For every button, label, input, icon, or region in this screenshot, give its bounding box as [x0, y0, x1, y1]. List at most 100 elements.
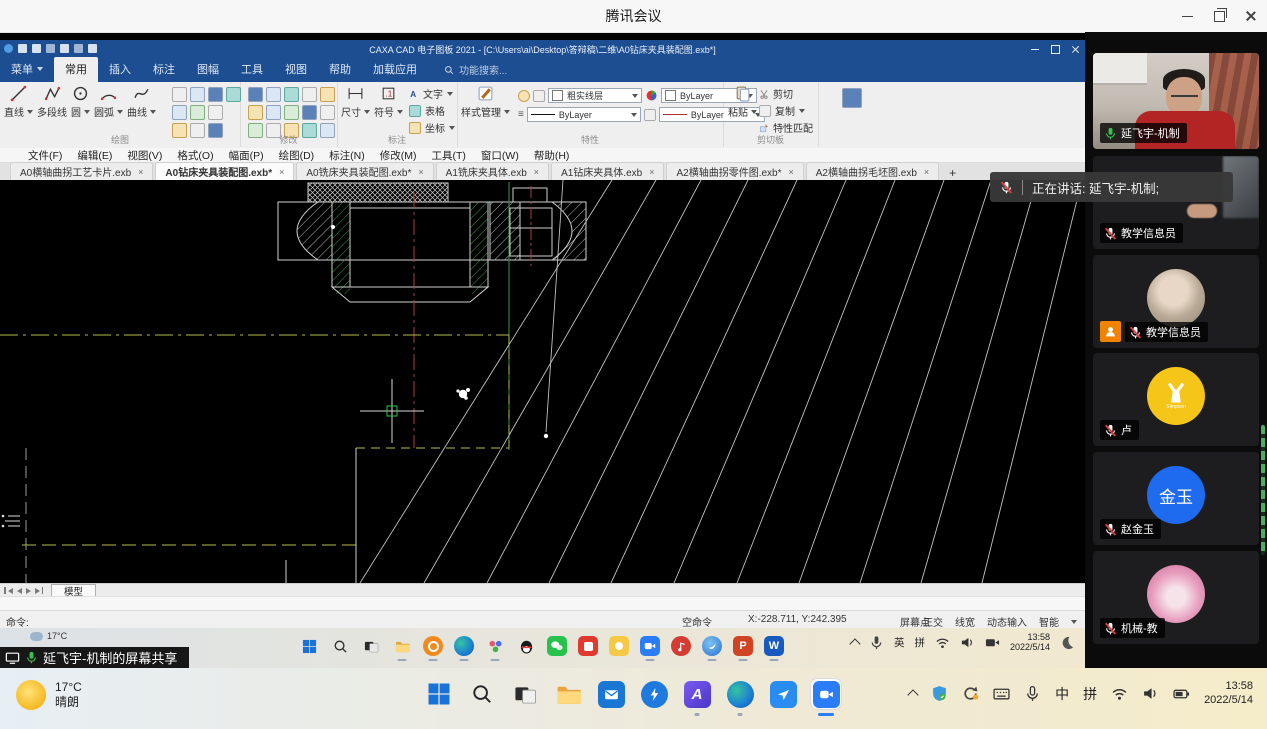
- tab-insert[interactable]: 插入: [98, 57, 142, 82]
- tray-expand-icon[interactable]: [907, 690, 918, 701]
- tab-close-icon[interactable]: ×: [649, 167, 654, 177]
- shared-clock[interactable]: 13:58 2022/5/14: [1010, 632, 1050, 653]
- microphone-icon[interactable]: [1024, 685, 1041, 702]
- participant-tile[interactable]: Simpson 卢: [1093, 353, 1259, 446]
- close-button[interactable]: [1235, 0, 1267, 32]
- yellow-app-icon[interactable]: [608, 635, 630, 657]
- sidebar-scrollbar[interactable]: [1261, 425, 1265, 555]
- function-search[interactable]: 功能搜索...: [444, 62, 507, 82]
- local-weather-widget[interactable]: 17°C 晴朗: [16, 680, 82, 710]
- copy-button[interactable]: 复制: [759, 103, 813, 118]
- tab-menu[interactable]: 菜单: [0, 57, 54, 82]
- paste-button[interactable]: 粘贴: [726, 82, 759, 135]
- ime-mode-indicator[interactable]: 拼: [914, 635, 925, 650]
- smart-snap-toggle[interactable]: 智能: [1039, 614, 1059, 629]
- doc-tab-active[interactable]: A0钻床夹具装配图.exb*×: [155, 162, 294, 180]
- tab-close-icon[interactable]: ×: [279, 167, 284, 177]
- menu-window[interactable]: 窗口(W): [481, 148, 519, 163]
- menu-file[interactable]: 文件(F): [28, 148, 62, 163]
- partial-tool-button[interactable]: [842, 88, 862, 113]
- battery-icon[interactable]: [1173, 685, 1190, 702]
- table-button[interactable]: 表格: [409, 103, 455, 118]
- task-view-button[interactable]: [360, 635, 382, 657]
- wifi-icon[interactable]: [935, 635, 950, 650]
- camera-icon[interactable]: [985, 635, 1000, 650]
- edge-browser-icon[interactable]: [453, 635, 475, 657]
- touch-keyboard-icon[interactable]: [993, 685, 1010, 702]
- menu-view[interactable]: 视图(V): [127, 148, 162, 163]
- linewidth-toggle[interactable]: 线宽: [955, 614, 975, 629]
- tab-close-icon[interactable]: ×: [789, 167, 794, 177]
- tab-close-icon[interactable]: ×: [418, 167, 423, 177]
- menu-annotate[interactable]: 标注(N): [329, 148, 365, 163]
- tab-help[interactable]: 帮助: [318, 57, 362, 82]
- participant-tile-speaker[interactable]: 延飞宇-机制: [1093, 53, 1259, 149]
- circle-tool-button[interactable]: 圆: [69, 82, 92, 119]
- key-app-icon[interactable]: [422, 635, 444, 657]
- menu-draw[interactable]: 绘图(D): [279, 148, 315, 163]
- command-prompt[interactable]: 命令:: [6, 614, 29, 629]
- menu-sheet[interactable]: 幅面(P): [229, 148, 264, 163]
- doc-tab[interactable]: A2横轴曲拐零件图.exb*×: [666, 162, 803, 180]
- menu-help[interactable]: 帮助(H): [534, 148, 570, 163]
- new-file-icon[interactable]: [18, 44, 27, 53]
- tab-close-icon[interactable]: ×: [534, 167, 539, 177]
- menu-format[interactable]: 格式(O): [177, 148, 213, 163]
- layer-dropdown[interactable]: 粗实线层: [548, 88, 642, 103]
- tencent-meeting-icon-active[interactable]: [811, 679, 841, 709]
- lightning-app-icon[interactable]: [639, 679, 669, 709]
- doc-tab[interactable]: A1钻床夹具体.exb×: [551, 162, 664, 180]
- menu-modify[interactable]: 修改(M): [380, 148, 417, 163]
- menu-tools[interactable]: 工具(T): [432, 148, 466, 163]
- menu-edit[interactable]: 编辑(E): [77, 148, 112, 163]
- task-view-button[interactable]: [510, 679, 540, 709]
- tab-common[interactable]: 常用: [54, 57, 98, 82]
- local-clock[interactable]: 13:58 2022/5/14: [1204, 680, 1253, 708]
- sheet-nav-buttons[interactable]: [4, 587, 43, 594]
- doc-tab[interactable]: A1铣床夹具体.exb×: [436, 162, 549, 180]
- wifi-icon[interactable]: [1111, 685, 1128, 702]
- polyline-tool-button[interactable]: 多段线: [35, 82, 69, 119]
- ime-language-indicator[interactable]: 中: [1055, 684, 1069, 704]
- ime-mode-indicator[interactable]: 拼: [1083, 684, 1097, 704]
- open-file-icon[interactable]: [32, 44, 41, 53]
- start-button[interactable]: [298, 635, 320, 657]
- notification-moon-icon[interactable]: [1060, 635, 1075, 650]
- doc-tab[interactable]: A0横轴曲拐工艺卡片.exb×: [10, 162, 153, 180]
- arrow-app-icon[interactable]: [768, 679, 798, 709]
- powerpoint-icon[interactable]: P: [732, 635, 754, 657]
- sync-icon[interactable]: [962, 685, 979, 702]
- chevron-down-icon[interactable]: [1071, 620, 1077, 624]
- qq-icon[interactable]: [515, 635, 537, 657]
- minimize-button[interactable]: [1171, 0, 1203, 32]
- linewidth-icon[interactable]: ≡: [518, 109, 524, 120]
- participant-tile[interactable]: 教学信息员: [1093, 156, 1259, 249]
- cad-close-button[interactable]: [1069, 43, 1081, 55]
- restore-button[interactable]: [1203, 0, 1235, 32]
- microphone-icon[interactable]: [869, 635, 884, 650]
- dimension-button[interactable]: 尺寸: [339, 82, 372, 135]
- word-icon[interactable]: W: [763, 635, 785, 657]
- pc-manager-shield-icon[interactable]: [931, 685, 948, 702]
- layer-freeze-icon[interactable]: [533, 90, 545, 102]
- arc-tool-button[interactable]: 圆弧: [92, 82, 125, 119]
- search-button[interactable]: [467, 679, 497, 709]
- file-explorer-icon[interactable]: [553, 679, 583, 709]
- tencent-meeting-icon[interactable]: [639, 635, 661, 657]
- tab-addons[interactable]: 加载应用: [362, 57, 428, 82]
- edge-browser-icon[interactable]: [725, 679, 755, 709]
- tab-close-icon[interactable]: ×: [138, 167, 143, 177]
- tab-sheet[interactable]: 图幅: [186, 57, 230, 82]
- undo-icon[interactable]: [74, 44, 83, 53]
- new-tab-button[interactable]: +: [945, 166, 960, 180]
- style-manager-button[interactable]: 样式管理: [459, 82, 512, 122]
- command-history[interactable]: [0, 596, 1085, 611]
- save-icon[interactable]: [46, 44, 55, 53]
- speaker-icon[interactable]: [1142, 685, 1159, 702]
- file-explorer-icon[interactable]: [391, 635, 413, 657]
- ortho-toggle[interactable]: 正交: [923, 614, 943, 629]
- pc-manager-icon[interactable]: [701, 635, 723, 657]
- app-icon[interactable]: [4, 44, 13, 53]
- caxa-app-icon[interactable]: A: [682, 679, 712, 709]
- tab-annotate[interactable]: 标注: [142, 57, 186, 82]
